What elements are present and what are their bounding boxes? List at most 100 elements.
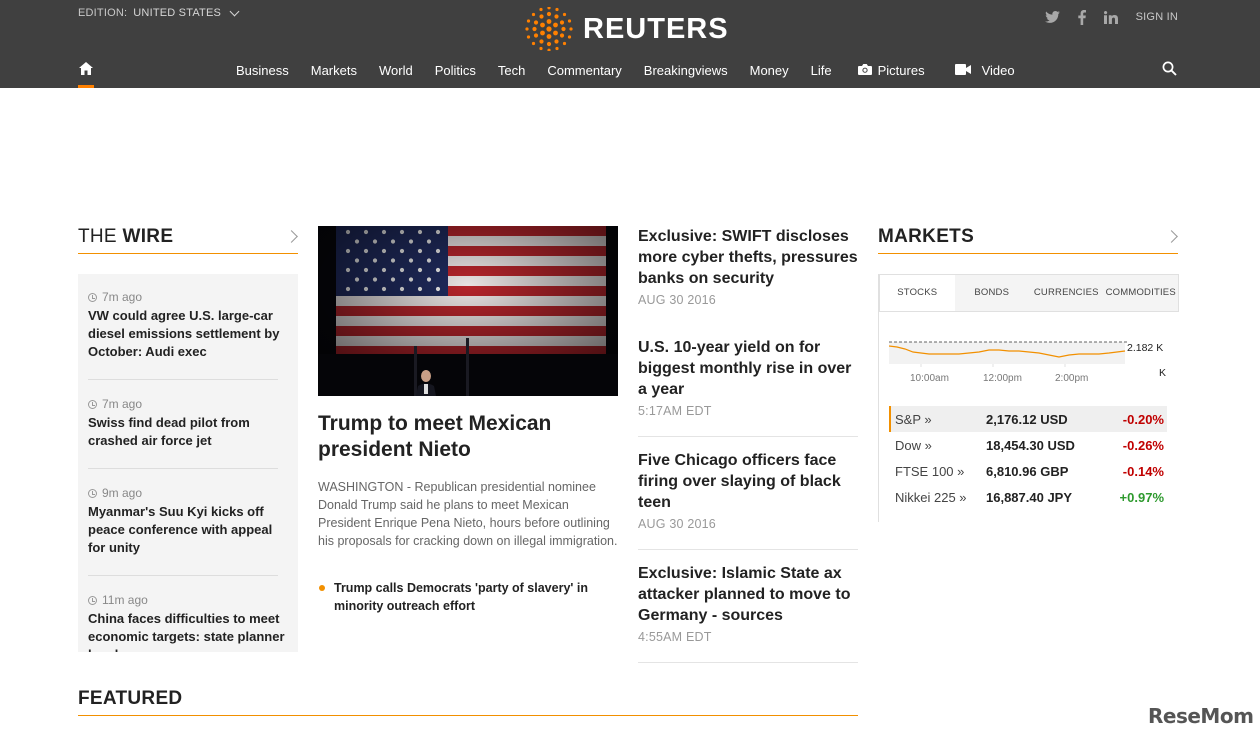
top-story[interactable]: U.S. 10-year yield on for biggest monthl… — [638, 337, 858, 437]
search-icon[interactable] — [1162, 61, 1177, 81]
twitter-icon[interactable] — [1044, 8, 1060, 26]
chart-unit: K — [1159, 367, 1167, 379]
nav-item-label: Life — [810, 63, 832, 78]
lead-story-title[interactable]: Trump to meet Mexican president Nieto — [318, 411, 618, 463]
nav-item-markets[interactable]: Markets — [311, 63, 357, 78]
market-index-value: 2,176.12 USD — [986, 411, 1068, 427]
clock-icon — [88, 488, 97, 498]
nav-item-politics[interactable]: Politics — [435, 63, 476, 78]
featured-title: FEATURED — [78, 688, 183, 709]
wire-item-time: 7m ago — [88, 290, 288, 304]
lead-story-image[interactable] — [318, 226, 618, 396]
market-row[interactable]: S&P » 2,176.12 USD -0.20% — [889, 406, 1167, 432]
top-story-time: 5:17AM EDT — [638, 404, 712, 418]
market-index-name[interactable]: S&P » — [895, 412, 986, 427]
top-story-title[interactable]: Exclusive: SWIFT discloses more cyber th… — [638, 226, 858, 289]
wire-title-bold: WIRE — [122, 226, 174, 247]
market-index-change: -0.26% — [1122, 437, 1164, 453]
edition-label: EDITION: — [78, 7, 128, 19]
watermark-logo: ReseMom — [1148, 704, 1254, 728]
wire-title-light: THE — [78, 226, 123, 247]
nav-item-tech[interactable]: Tech — [498, 63, 525, 78]
market-index-name[interactable]: Nikkei 225 » — [895, 490, 986, 505]
edition-selector[interactable]: EDITION: UNITED STATES — [78, 6, 240, 19]
chevron-right-icon[interactable] — [285, 230, 298, 243]
wire-list: 7m ago VW could agree U.S. large-car dies… — [78, 274, 298, 652]
nav-item-label: Politics — [434, 63, 476, 78]
reuters-logo[interactable]: REUTERS — [525, 7, 729, 51]
nav-item-money[interactable]: Money — [750, 63, 789, 78]
market-index-change: -0.20% — [1122, 411, 1164, 427]
edition-value: UNITED STATES — [133, 7, 222, 19]
wire-item-headline[interactable]: VW could agree U.S. large-car diesel emi… — [88, 307, 288, 361]
chart-y-label: 2.182 K — [1127, 342, 1164, 354]
chart-x-label: 12:00pm — [983, 373, 1022, 384]
wire-item-headline[interactable]: Swiss find dead pilot from crashed air f… — [88, 414, 288, 450]
linkedin-icon[interactable] — [1103, 8, 1118, 26]
market-index-name[interactable]: Dow » — [895, 438, 986, 453]
market-indices-table: S&P » 2,176.12 USD -0.20% Dow » 18,454.30 US… — [889, 406, 1167, 510]
site-header: EDITION: UNITED STATES REUTERS SIGN IN B… — [0, 0, 1260, 88]
nav-items: Business Markets World Politics Tech Commenta… — [236, 63, 1037, 78]
tab-bonds[interactable]: BONDS — [954, 275, 1029, 311]
market-index-value: 16,887.40 JPY — [986, 489, 1073, 505]
wire-item-headline[interactable]: China faces difficulties to meet economi… — [88, 610, 288, 652]
home-active-indicator — [78, 85, 94, 88]
logo-text: REUTERS — [583, 12, 729, 45]
nav-item-label: Breakingviews — [643, 63, 728, 78]
wire-item[interactable]: 11m ago China faces difficulties to meet … — [78, 593, 298, 652]
wire-item-headline[interactable]: Myanmar's Suu Kyi kicks off peace confer… — [88, 503, 288, 557]
top-story-time: 4:55AM EDT — [638, 630, 712, 644]
wire-time-text: 11m ago — [102, 593, 148, 607]
market-index-change: +0.97% — [1119, 489, 1164, 505]
facebook-icon[interactable] — [1077, 8, 1086, 26]
wire-time-text: 7m ago — [102, 397, 143, 411]
lead-related-link[interactable]: Trump calls Democrats 'party of slavery'… — [318, 579, 618, 615]
wire-time-text: 7m ago — [102, 290, 143, 304]
nav-item-pictures[interactable]: Pictures — [857, 63, 925, 78]
tab-commodities[interactable]: COMMODITIES — [1103, 275, 1178, 311]
nav-item-label: Commentary — [547, 63, 622, 78]
nav-item-business[interactable]: Business — [236, 63, 289, 78]
nav-item-world[interactable]: World — [379, 63, 413, 78]
nav-item-label: Business — [236, 63, 289, 78]
market-row[interactable]: Dow » 18,454.30 USD -0.26% — [889, 432, 1167, 458]
markets-widget: STOCKS BONDS CURRENCIES COMMODITIES 2.182 K… — [878, 274, 1179, 522]
clock-icon — [88, 595, 97, 605]
home-icon[interactable] — [78, 60, 94, 88]
reuters-dots-icon — [525, 7, 573, 51]
nav-item-commentary[interactable]: Commentary — [547, 63, 621, 78]
tab-stocks[interactable]: STOCKS — [880, 275, 955, 311]
top-story[interactable]: Exclusive: Islamic State ax attacker pla… — [638, 563, 858, 663]
nav-item-breakingviews[interactable]: Breakingviews — [644, 63, 728, 78]
wire-item-time: 7m ago — [88, 397, 288, 411]
chart-x-label: 2:00pm — [1055, 373, 1089, 384]
top-story-time: AUG 30 2016 — [638, 517, 716, 531]
top-story-title[interactable]: U.S. 10-year yield on for biggest monthl… — [638, 337, 858, 400]
wire-divider — [88, 468, 278, 469]
nav-item-life[interactable]: Life — [811, 63, 832, 78]
clock-icon — [88, 292, 97, 302]
wire-item-time: 11m ago — [88, 593, 288, 607]
top-story-title[interactable]: Five Chicago officers face firing over s… — [638, 450, 858, 513]
tab-currencies[interactable]: CURRENCIES — [1029, 275, 1104, 311]
chevron-right-icon[interactable] — [1165, 230, 1178, 243]
market-index-name[interactable]: FTSE 100 » — [895, 464, 986, 479]
sign-in-link[interactable]: SIGN IN — [1136, 11, 1178, 23]
market-row[interactable]: Nikkei 225 » 16,887.40 JPY +0.97% — [889, 484, 1167, 510]
flag-photo — [318, 226, 618, 396]
wire-item[interactable]: 7m ago Swiss find dead pilot from crashed… — [78, 397, 298, 450]
top-story[interactable]: Exclusive: SWIFT discloses more cyber th… — [638, 226, 858, 326]
nav-item-video[interactable]: Video — [954, 63, 1015, 78]
wire-item[interactable]: 9m ago Myanmar's Suu Kyi kicks off peace … — [78, 486, 298, 557]
top-story[interactable]: Five Chicago officers face firing over s… — [638, 450, 858, 550]
social-links: SIGN IN — [1044, 8, 1178, 26]
lead-story-summary: WASHINGTON - Republican presidential nom… — [318, 480, 618, 548]
top-story-title[interactable]: Exclusive: Islamic State ax attacker pla… — [638, 563, 858, 626]
clock-icon — [88, 399, 97, 409]
wire-item[interactable]: 7m ago VW could agree U.S. large-car dies… — [78, 274, 298, 361]
main-nav: Business Markets World Politics Tech Commenta… — [0, 58, 1260, 88]
wire-divider — [88, 379, 278, 380]
market-row[interactable]: FTSE 100 » 6,810.96 GBP -0.14% — [889, 458, 1167, 484]
chevron-down-icon — [229, 6, 240, 17]
